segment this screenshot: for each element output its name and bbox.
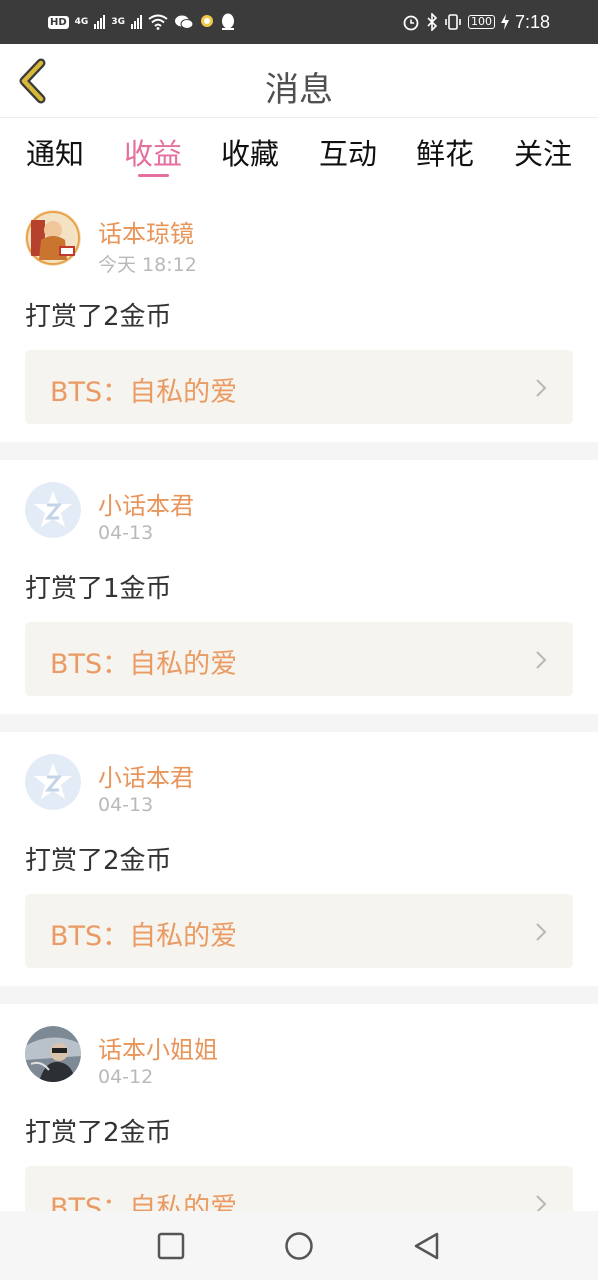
default-avatar-icon (25, 754, 81, 810)
book-link[interactable]: BTS：自私的爱 (25, 894, 573, 968)
vibrate-icon (445, 14, 461, 30)
default-avatar-icon (25, 482, 81, 538)
user-avatar[interactable] (25, 754, 81, 810)
notification-app-icon (200, 15, 213, 27)
username[interactable]: 话本琼镜 (98, 214, 194, 249)
user-avatar[interactable] (25, 1026, 81, 1082)
avatar-image (25, 1026, 81, 1082)
wifi-icon (148, 14, 168, 30)
signal-4g-icon (94, 15, 106, 29)
avatar-image (25, 210, 81, 266)
chevron-right-icon (536, 923, 547, 941)
username[interactable]: 小话本君 (98, 486, 194, 521)
status-bar-right: 100 7:18 (402, 10, 550, 34)
recents-square-icon[interactable] (154, 1229, 188, 1263)
home-circle-icon[interactable] (282, 1229, 316, 1263)
charging-icon (500, 14, 509, 30)
message-tabs: 通知 收益 收藏 互动 鲜花 关注 (0, 119, 598, 189)
battery-icon: 100 (467, 15, 495, 29)
message-text: 打赏了1金币 (25, 574, 172, 604)
bluetooth-icon (427, 13, 438, 31)
username[interactable]: 话本小姐姐 (98, 1030, 218, 1065)
network-type-4g: 4G (74, 17, 89, 27)
tab-following[interactable]: 关注 (503, 131, 583, 173)
tab-favorites[interactable]: 收藏 (210, 131, 290, 173)
message-time: 今天 18:12 (98, 254, 197, 276)
tab-interactions[interactable]: 互动 (308, 131, 388, 173)
chevron-right-icon (536, 651, 547, 669)
tab-notifications[interactable]: 通知 (15, 131, 95, 173)
message-time: 04-13 (98, 794, 154, 816)
book-title: BTS：自私的爱 (50, 921, 238, 952)
status-bar-left: HD 4G 3G (48, 10, 236, 34)
active-tab-indicator (138, 174, 169, 177)
message-card: 小话本君 04-13 打赏了2金币 BTS：自私的爱 (0, 734, 598, 984)
chevron-right-icon (536, 379, 547, 397)
message-card: 话本琼镜 今天 18:12 打赏了2金币 BTS：自私的爱 (0, 190, 598, 440)
book-title: BTS：自私的爱 (50, 377, 238, 408)
book-link[interactable]: BTS：自私的爱 (25, 1166, 573, 1211)
message-text: 打赏了2金币 (25, 1118, 172, 1148)
message-text: 打赏了2金币 (25, 302, 172, 332)
wechat-icon (174, 15, 194, 29)
message-text: 打赏了2金币 (25, 846, 172, 876)
card-divider (0, 986, 598, 1004)
page-title: 消息 (265, 70, 333, 110)
message-time: 04-12 (98, 1066, 154, 1088)
message-card: 话本小姐姐 04-12 打赏了2金币 BTS：自私的爱 (0, 1006, 598, 1211)
tab-earnings[interactable]: 收益 (113, 131, 193, 173)
message-time: 04-13 (98, 522, 154, 544)
network-type-3g: 3G (111, 17, 125, 27)
card-divider (0, 442, 598, 460)
chevron-right-icon (536, 1195, 547, 1211)
clock-time: 7:18 (514, 11, 550, 32)
username[interactable]: 小话本君 (98, 758, 194, 793)
card-divider (0, 714, 598, 732)
app-header: 消息 (0, 44, 598, 118)
alarm-icon (403, 15, 419, 31)
tab-flowers[interactable]: 鲜花 (405, 131, 485, 173)
user-avatar[interactable] (25, 210, 81, 266)
hd-icon: HD (48, 15, 69, 29)
user-avatar[interactable] (25, 482, 81, 538)
message-card: 小话本君 04-13 打赏了1金币 BTS：自私的爱 (0, 462, 598, 712)
signal-3g-icon (130, 15, 142, 29)
qq-icon (221, 13, 234, 30)
book-link[interactable]: BTS：自私的爱 (25, 350, 573, 424)
book-title: BTS：自私的爱 (50, 649, 238, 680)
system-nav-bar (0, 1211, 598, 1280)
book-link[interactable]: BTS：自私的爱 (25, 622, 573, 696)
book-title: BTS：自私的爱 (50, 1193, 238, 1211)
back-triangle-icon[interactable] (410, 1229, 444, 1263)
status-bar: HD 4G 3G 100 7:18 (0, 0, 598, 44)
